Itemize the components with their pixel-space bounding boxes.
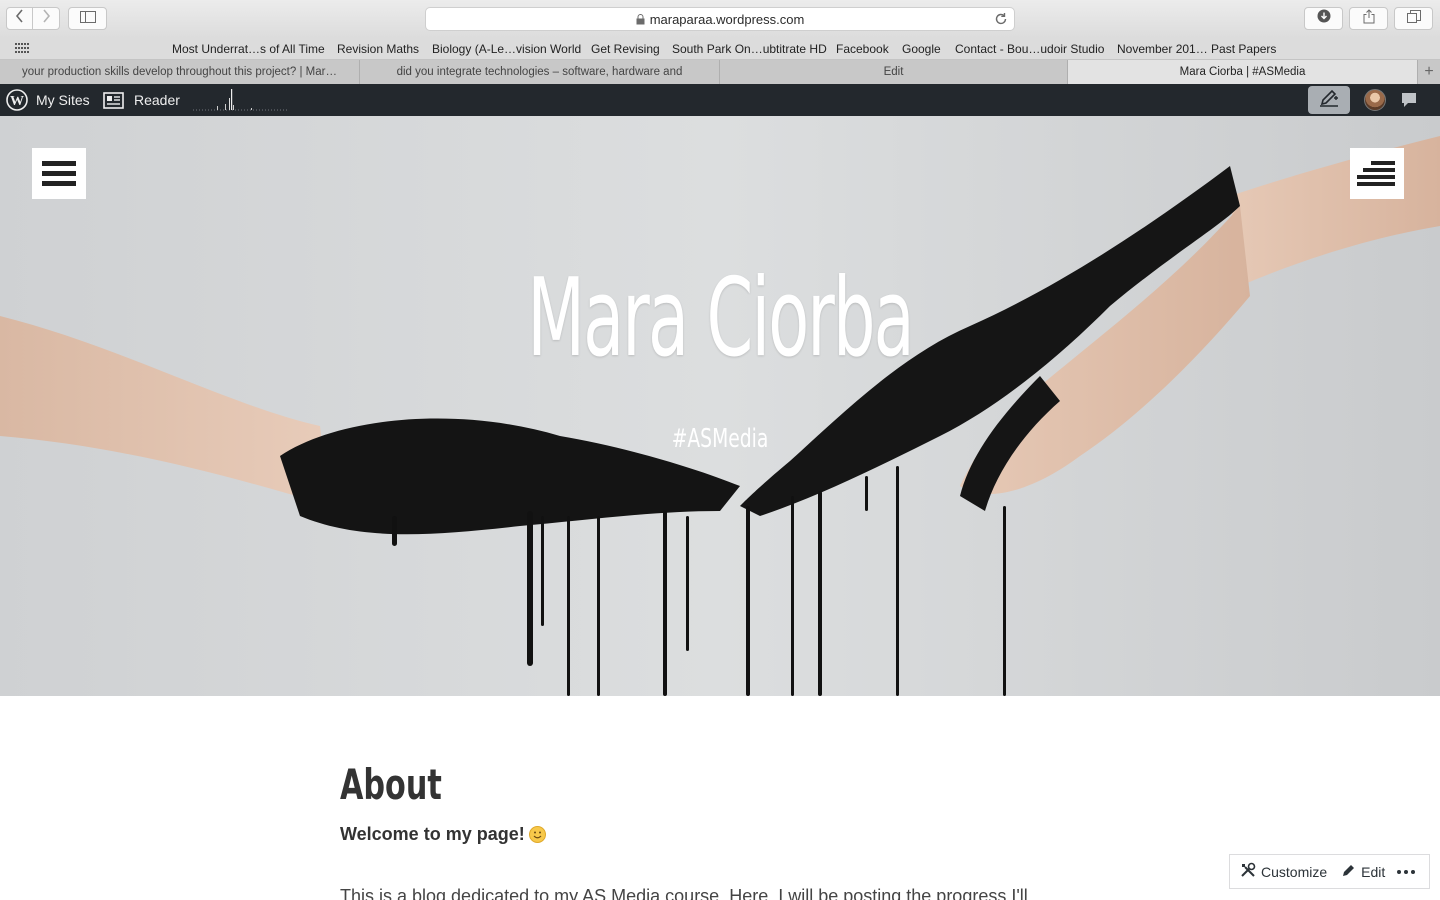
intro-paragraph: This is a blog dedicated to my AS Media … [340, 886, 1028, 900]
welcome-text: Welcome to my page! [340, 824, 546, 845]
edit-button[interactable]: Edit [1341, 863, 1385, 881]
plus-icon: + [1424, 63, 1434, 80]
edit-label: Edit [1361, 863, 1386, 880]
align-right-icon [1371, 161, 1395, 165]
tabs-overview-icon [1406, 9, 1421, 28]
reload-icon[interactable] [994, 12, 1008, 26]
back-button[interactable] [6, 7, 33, 30]
tools-icon [1240, 862, 1256, 881]
more-options-icon[interactable] [1397, 869, 1416, 874]
stats-sparkline[interactable] [193, 88, 289, 112]
customize-bar: Customize Edit [1229, 854, 1430, 889]
sidebar-toggle-button[interactable] [68, 7, 107, 30]
my-sites-link[interactable]: My Sites [36, 84, 90, 116]
url-text: maraparaa.wordpress.com [649, 11, 805, 27]
favorite-link[interactable]: South Park On…ubtitrate HD [672, 42, 827, 56]
site-tagline: #ASMedia [671, 424, 769, 454]
header-image [0, 136, 1440, 696]
wordpress-logo-icon[interactable]: W [6, 84, 28, 116]
main-menu-toggle[interactable] [32, 148, 86, 199]
favorites-bar: Most Underrat…s of All Time Revision Mat… [0, 38, 1440, 60]
address-bar[interactable]: maraparaa.wordpress.com [425, 7, 1015, 31]
browser-toolbar: maraparaa.wordpress.com [0, 0, 1440, 38]
download-icon [1317, 9, 1331, 28]
browser-tab[interactable]: Edit [720, 60, 1068, 84]
favorite-link[interactable]: Most Underrat…s of All Time [172, 42, 325, 56]
downloads-button[interactable] [1304, 7, 1343, 30]
new-tab-button[interactable]: + [1418, 60, 1440, 84]
customize-label: Customize [1261, 863, 1328, 880]
browser-tab[interactable]: your production skills develop throughou… [0, 60, 360, 84]
forward-button[interactable] [33, 7, 60, 30]
share-icon [1363, 8, 1375, 29]
sidebar-icon [79, 10, 96, 28]
favorite-link[interactable]: Revision Maths [337, 42, 419, 56]
pencil-icon [1341, 863, 1356, 881]
favorite-link[interactable]: Get Revising [591, 42, 660, 56]
hero-header: Mara Ciorba #ASMedia [0, 116, 1440, 696]
page-content: About Welcome to my page! This is a blog… [0, 696, 1440, 900]
write-post-button[interactable] [1308, 86, 1350, 114]
show-all-tabs-button[interactable] [1394, 7, 1433, 30]
tab-bar: your production skills develop throughou… [0, 60, 1440, 84]
chevron-right-icon [41, 9, 51, 28]
chevron-left-icon [15, 9, 25, 28]
favorite-link[interactable]: Google [902, 42, 941, 56]
reader-link[interactable]: Reader [134, 84, 180, 116]
pencil-icon [1319, 89, 1339, 112]
share-button[interactable] [1349, 7, 1388, 30]
favorite-link[interactable]: Facebook [836, 42, 889, 56]
apps-grid-icon[interactable] [15, 43, 30, 55]
reader-icon[interactable] [103, 84, 124, 116]
notifications-icon[interactable] [1400, 91, 1418, 114]
page-title: About [340, 760, 442, 809]
smiley-icon [528, 826, 546, 843]
customize-button[interactable]: Customize [1240, 862, 1327, 881]
welcome-label: Welcome to my page! [340, 824, 525, 844]
sidebar-menu-toggle[interactable] [1350, 148, 1404, 199]
browser-tab[interactable]: did you integrate technologies – softwar… [360, 60, 720, 84]
lock-icon [636, 13, 645, 25]
browser-tab-active[interactable]: Mara Ciorba | #ASMedia [1068, 60, 1418, 84]
favorite-link[interactable]: Biology (A-Le…vision World [432, 42, 581, 56]
favorite-link[interactable]: Contact - Bou…udoir Studio [955, 42, 1104, 56]
wp-admin-bar: W My Sites Reader [0, 84, 1440, 116]
site-title[interactable]: Mara Ciorba [274, 256, 1167, 381]
favorite-link[interactable]: November 201… Past Papers [1117, 42, 1276, 56]
hamburger-icon [42, 161, 76, 166]
svg-text:W: W [10, 94, 24, 109]
user-avatar[interactable] [1364, 89, 1386, 111]
